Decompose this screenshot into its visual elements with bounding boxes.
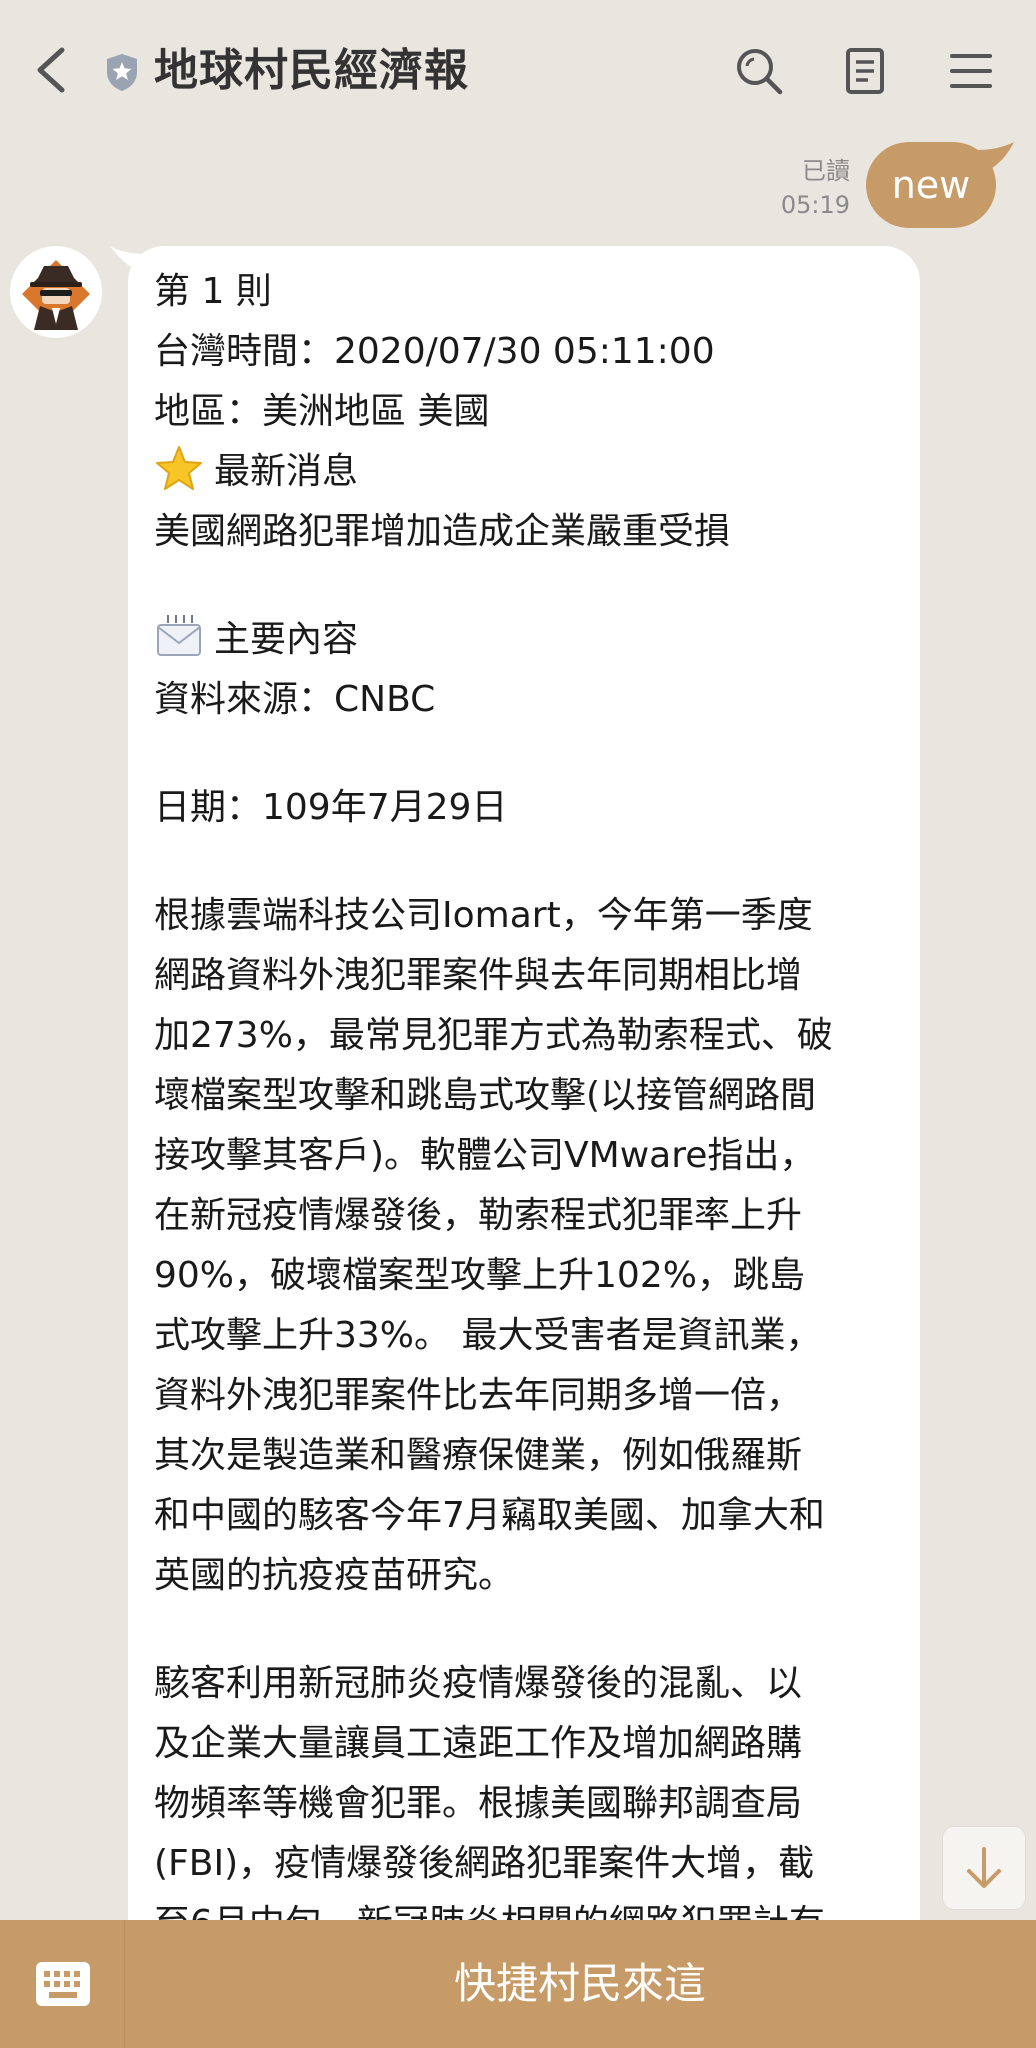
scroll-to-bottom-button[interactable]	[942, 1826, 1026, 1910]
message-meta: 已讀 05:19	[781, 154, 850, 222]
message-line: 台灣時間：2020/07/30 05:11:00	[154, 322, 914, 382]
message-line-text: 和中國的駭客今年7月竊取美國、加拿大和	[154, 1495, 825, 1536]
spy-avatar-icon	[10, 246, 102, 338]
message-line-text: 地區：美洲地區 美國	[154, 391, 490, 432]
message-line-text: 資料外洩犯罪案件比去年同期多增一倍，	[154, 1375, 803, 1416]
message-line-text: 主要內容	[214, 619, 359, 660]
message-line: 式攻擊上升33%。 最大受害者是資訊業，	[154, 1306, 914, 1366]
message-line: 90%，破壞檔案型攻擊上升102%，跳島	[154, 1246, 914, 1306]
message-line-text: 美國網路犯罪增加造成企業嚴重受損	[154, 511, 731, 552]
envelope-emoji-icon	[157, 615, 201, 656]
message-line-text: 第 1 則	[154, 271, 272, 312]
arrow-down-icon	[967, 1847, 1001, 1888]
bubble-tail	[976, 142, 1014, 172]
shield-star-icon	[107, 54, 137, 91]
message-time: 05:19	[780, 191, 850, 219]
avatar[interactable]	[10, 246, 102, 338]
back-icon[interactable]	[30, 44, 74, 96]
message-line: 第 1 則	[154, 262, 914, 322]
message-line-text: 台灣時間：2020/07/30 05:11:00	[154, 331, 715, 372]
message-line-text: 日期：109年7月29日	[154, 787, 508, 828]
message-line: 和中國的駭客今年7月竊取美國、加拿大和	[154, 1486, 914, 1546]
message-line-text: 最新消息	[214, 451, 359, 492]
message-line: 網路資料外洩犯罪案件與去年同期相比增	[154, 946, 914, 1006]
message-line: 壞檔案型攻擊和跳島式攻擊(以接管網路間	[154, 1066, 914, 1126]
message-line-text: 式攻擊上升33%。 最大受害者是資訊業，	[154, 1315, 822, 1356]
message-line-text: 物頻率等機會犯罪。根據美國聯邦調查局	[154, 1783, 803, 1824]
quick-reply-bar: 快捷村民來這	[0, 1920, 1036, 2048]
message-line-text: 及企業大量讓員工遠距工作及增加網路購	[154, 1723, 803, 1764]
chat-header: 地球村民經濟報	[0, 0, 1036, 140]
menu-icon[interactable]	[944, 44, 998, 98]
message-line-text: 其次是製造業和醫療保健業，例如俄羅斯	[154, 1435, 803, 1476]
message-line-text: 壞檔案型攻擊和跳島式攻擊(以接管網路間	[154, 1075, 817, 1116]
message-line-text: 在新冠疫情爆發後，勒索程式犯罪率上升	[154, 1195, 803, 1236]
keyboard-toggle-button[interactable]	[0, 1920, 125, 2048]
message-line: 美國網路犯罪增加造成企業嚴重受損	[154, 502, 914, 562]
message-line: 及企業大量讓員工遠距工作及增加網路購	[154, 1714, 914, 1774]
message-line: 加273%，最常見犯罪方式為勒索程式、破	[154, 1006, 914, 1066]
message-line: 日期：109年7月29日	[154, 778, 914, 838]
message-line: 其次是製造業和醫療保健業，例如俄羅斯	[154, 1426, 914, 1486]
message-line: 駭客利用新冠肺炎疫情爆發後的混亂、以	[154, 1654, 914, 1714]
message-line: 主要內容	[154, 610, 914, 670]
notes-icon[interactable]	[838, 44, 892, 98]
message-line: 最新消息	[154, 442, 914, 502]
incoming-message[interactable]: 第 1 則台灣時間：2020/07/30 05:11:00 地區：美洲地區 美國最…	[128, 246, 920, 2006]
message-line-text: (FBI)，疫情爆發後網路犯罪案件大增，截	[154, 1843, 815, 1884]
message-line-text: 網路資料外洩犯罪案件與去年同期相比增	[154, 955, 803, 996]
chat-title: 地球村民經濟報	[154, 45, 469, 96]
message-line: 物頻率等機會犯罪。根據美國聯邦調查局	[154, 1774, 914, 1834]
message-line-text: 接攻擊其客戶)。軟體公司VMware指出，	[154, 1135, 816, 1176]
message-line-text: 加273%，最常見犯罪方式為勒索程式、破	[154, 1015, 833, 1056]
message-line: 英國的抗疫疫苗研究。	[154, 1546, 914, 1606]
message-line-text: 駭客利用新冠肺炎疫情爆發後的混亂、以	[154, 1663, 803, 1704]
message-line: 根據雲端科技公司Iomart，今年第一季度	[154, 886, 914, 946]
message-text: 第 1 則台灣時間：2020/07/30 05:11:00 地區：美洲地區 美國最…	[154, 262, 914, 1954]
message-line: 資料外洩犯罪案件比去年同期多增一倍，	[154, 1366, 914, 1426]
message-line-text: 90%，破壞檔案型攻擊上升102%，跳島	[154, 1255, 805, 1296]
message-line-text: 根據雲端科技公司Iomart，今年第一季度	[154, 895, 813, 936]
message-line: 地區：美洲地區 美國	[154, 382, 914, 442]
message-line-text: 英國的抗疫疫苗研究。	[154, 1555, 515, 1596]
quick-menu-button[interactable]: 快捷村民來這	[124, 1920, 1036, 2048]
read-status: 已讀	[802, 157, 850, 185]
message-line: 接攻擊其客戶)。軟體公司VMware指出，	[154, 1126, 914, 1186]
keyboard-icon	[36, 1962, 90, 2006]
message-line-text: 資料來源：CNBC	[154, 679, 436, 720]
message-line: 在新冠疫情爆發後，勒索程式犯罪率上升	[154, 1186, 914, 1246]
message-line: 資料來源：CNBC	[154, 670, 914, 730]
star-emoji-icon	[156, 446, 202, 490]
message-line: (FBI)，疫情爆發後網路犯罪案件大增，截	[154, 1834, 914, 1894]
search-icon[interactable]	[732, 44, 786, 98]
